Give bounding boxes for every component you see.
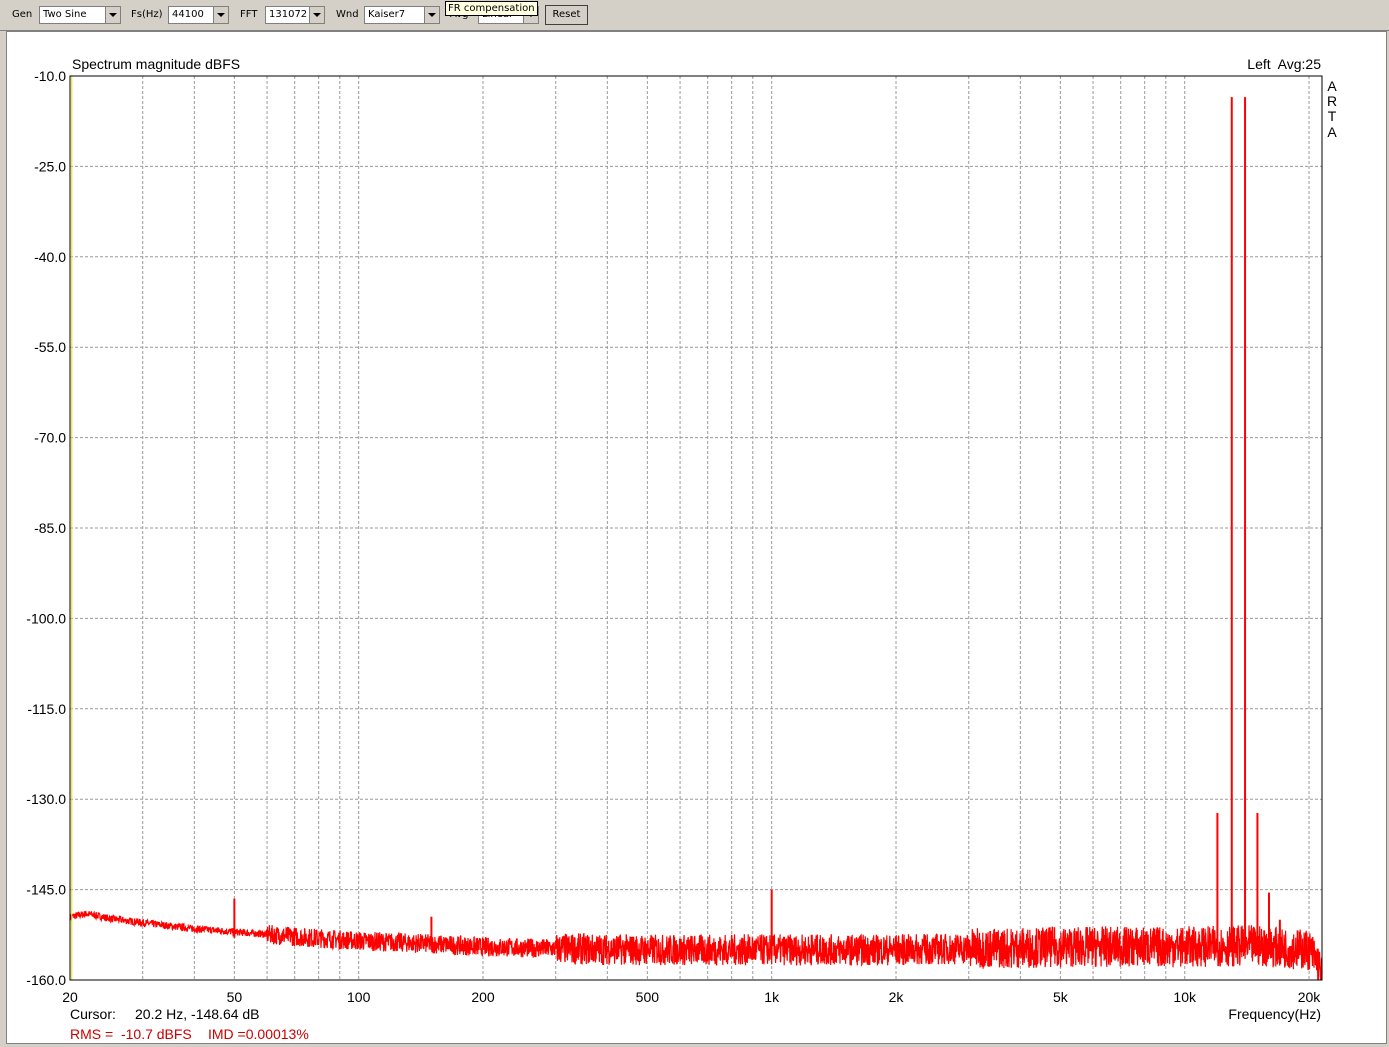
x-axis-label: Frequency(Hz)	[1228, 1006, 1321, 1022]
x-axis-ticks: 20 50 100 200 500 1k 2k 5k 10k 20k	[62, 989, 1321, 1005]
rms-readout: RMS = -10.7 dBFS	[70, 1026, 192, 1042]
x-tick-label: 500	[636, 989, 660, 1005]
watermark-letter-a: A	[1327, 78, 1337, 94]
x-tick-label: 1k	[764, 989, 780, 1005]
x-tick-label: 2k	[889, 989, 905, 1005]
chart-title: Spectrum magnitude dBFS	[72, 56, 240, 72]
cursor-label: Cursor:	[70, 1006, 116, 1022]
y-tick-label: -160.0	[26, 972, 66, 988]
x-tick-label: 10k	[1173, 989, 1197, 1005]
y-axis-ticks: -10.0 -25.0 -40.0 -55.0 -70.0 -85.0 -100.0 -115…	[26, 68, 66, 988]
y-tick-label: -40.0	[34, 249, 66, 265]
watermark-letter-r: R	[1327, 93, 1337, 109]
x-tick-label: 200	[471, 989, 495, 1005]
imd-readout: IMD =0.00013%	[208, 1026, 309, 1042]
x-tick-label: 20	[62, 989, 78, 1005]
channel-info: Left Avg:25	[1247, 56, 1321, 72]
y-tick-label: -130.0	[26, 791, 66, 807]
x-tick-label: 50	[227, 989, 243, 1005]
y-tick-label: -55.0	[34, 339, 66, 355]
y-tick-label: -115.0	[27, 701, 66, 717]
y-tick-label: -145.0	[26, 882, 66, 898]
y-tick-label: -10.0	[34, 68, 66, 84]
watermark-letter-a2: A	[1327, 124, 1337, 140]
y-tick-label: -70.0	[34, 430, 66, 446]
y-tick-label: -100.0	[26, 610, 66, 626]
watermark-letter-t: T	[1328, 108, 1337, 124]
x-tick-label: 100	[347, 989, 371, 1005]
x-tick-label: 5k	[1053, 989, 1069, 1005]
y-tick-label: -25.0	[34, 158, 66, 174]
cursor-readout: 20.2 Hz, -148.64 dB	[135, 1006, 260, 1022]
y-tick-label: -85.0	[34, 520, 66, 536]
spectrum-chart[interactable]: -10.0 -25.0 -40.0 -55.0 -70.0 -85.0 -100.0 -115…	[0, 0, 1389, 1047]
x-tick-label: 20k	[1298, 989, 1322, 1005]
